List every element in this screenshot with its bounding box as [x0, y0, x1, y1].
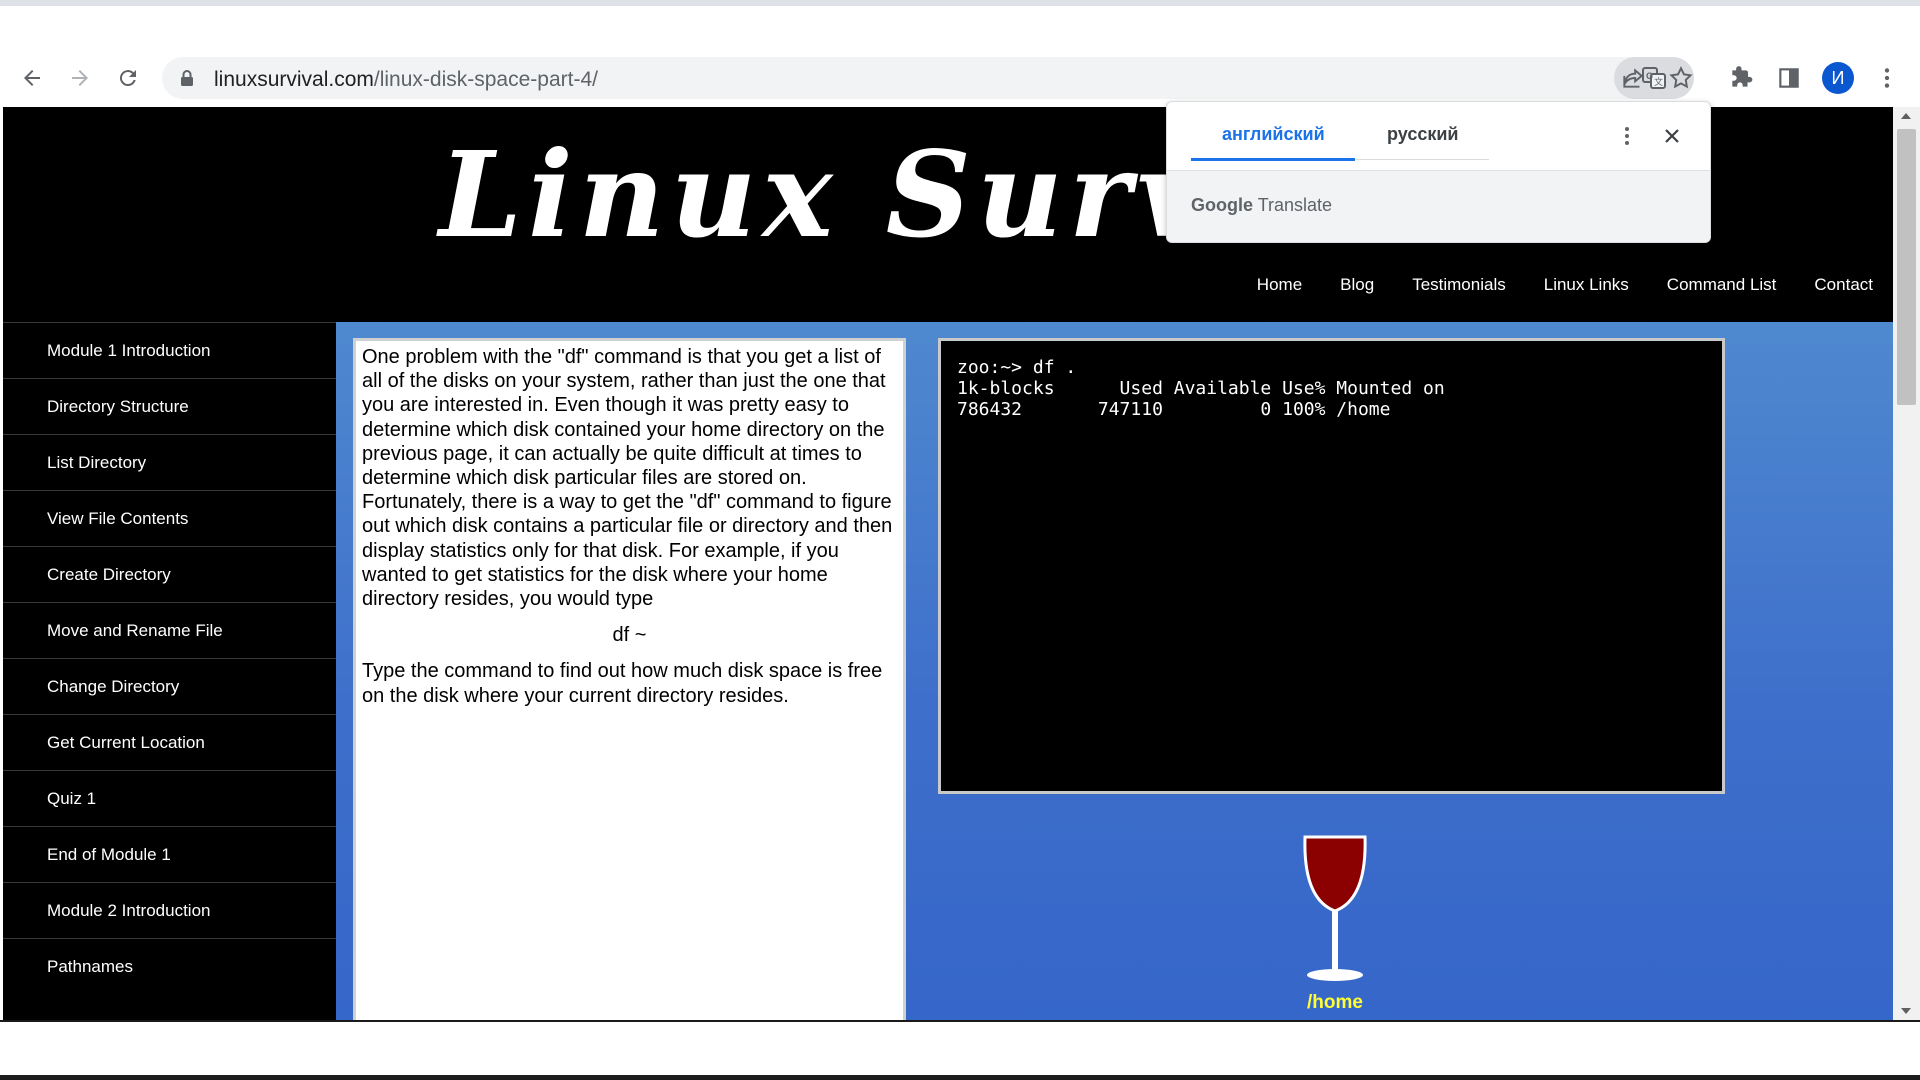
- nav-command-list[interactable]: Command List: [1667, 275, 1777, 295]
- translate-brand: Translate: [1257, 195, 1333, 215]
- lesson-sidebar: Module 1 Introduction Directory Structur…: [3, 322, 336, 1020]
- google-brand: Google: [1191, 195, 1253, 215]
- sidebar-item-quiz-1[interactable]: Quiz 1: [3, 770, 336, 826]
- terminal-line: zoo:~> df .: [957, 357, 1077, 378]
- sidebar-item-directory-structure[interactable]: Directory Structure: [3, 378, 336, 434]
- active-tab-indicator: [1191, 158, 1355, 161]
- back-button[interactable]: [18, 64, 46, 92]
- tab-target-language[interactable]: русский: [1387, 124, 1458, 145]
- nav-home[interactable]: Home: [1257, 275, 1302, 295]
- sidebar-item-module-1-introduction[interactable]: Module 1 Introduction: [3, 322, 336, 378]
- sidebar-item-view-file-contents[interactable]: View File Contents: [3, 490, 336, 546]
- bookmark-star-icon[interactable]: [1668, 65, 1694, 91]
- svg-text:G: G: [1646, 71, 1653, 81]
- sidebar-item-move-and-rename-file[interactable]: Move and Rename File: [3, 602, 336, 658]
- nav-contact[interactable]: Contact: [1814, 275, 1873, 295]
- profile-avatar[interactable]: И: [1822, 62, 1854, 94]
- sidebar-item-change-directory[interactable]: Change Directory: [3, 658, 336, 714]
- arrow-right-icon: [72, 70, 88, 86]
- lesson-paragraph: One problem with the "df" command is tha…: [362, 346, 893, 611]
- google-translate-brand: Google Translate: [1191, 195, 1332, 216]
- nav-testimonials[interactable]: Testimonials: [1412, 275, 1506, 295]
- url-path: /linux-disk-space-part-4/: [373, 68, 598, 91]
- svg-text:文: 文: [1654, 76, 1663, 87]
- close-icon[interactable]: [1660, 124, 1684, 148]
- reload-button[interactable]: [114, 64, 142, 92]
- arrow-left-icon: [24, 70, 40, 86]
- main-nav: Home Blog Testimonials Linux Links Comma…: [1257, 275, 1873, 295]
- extensions-puzzle-icon[interactable]: [1728, 65, 1754, 91]
- address-bar[interactable]: linuxsurvival.com/linux-disk-space-part-…: [162, 57, 1694, 99]
- sidebar-item-module-2-introduction[interactable]: Module 2 Introduction: [3, 882, 336, 938]
- lesson-content-area: One problem with the "df" command is tha…: [336, 322, 1893, 1020]
- sidebar-item-end-of-module-1[interactable]: End of Module 1: [3, 826, 336, 882]
- tab-source-language[interactable]: английский: [1222, 124, 1325, 145]
- nav-linux-links[interactable]: Linux Links: [1544, 275, 1629, 295]
- os-taskbar: [0, 1075, 1920, 1080]
- lock-icon[interactable]: [180, 69, 194, 87]
- url-domain: linuxsurvival.com: [214, 68, 374, 91]
- terminal-window[interactable]: zoo:~> df . 1k-blocks Used Available Use%…: [938, 338, 1725, 794]
- sidebar-item-pathnames[interactable]: Pathnames: [3, 938, 336, 994]
- site-logo[interactable]: Linux Surv: [439, 125, 1212, 264]
- scroll-up-icon[interactable]: [1901, 113, 1911, 119]
- wine-glass-icon: [1303, 835, 1367, 981]
- disk-label: /home: [1307, 992, 1363, 1013]
- sidebar-item-create-directory[interactable]: Create Directory: [3, 546, 336, 602]
- bottom-blank-bar: [0, 1020, 1920, 1077]
- kebab-menu-icon[interactable]: [1874, 65, 1900, 91]
- url-text[interactable]: linuxsurvival.com/linux-disk-space-part-…: [214, 68, 598, 92]
- terminal-line: 786432 747110 0 100% /home: [957, 399, 1391, 420]
- browser-toolbar: linuxsurvival.com/linux-disk-space-part-…: [0, 50, 1920, 106]
- lesson-text-panel: One problem with the "df" command is tha…: [353, 338, 906, 1020]
- side-panel-icon[interactable]: [1776, 65, 1802, 91]
- forward-button[interactable]: [66, 64, 94, 92]
- page-scrollbar[interactable]: [1893, 107, 1920, 1020]
- reload-icon: [119, 70, 136, 87]
- command-example: df ~: [612, 624, 647, 647]
- scroll-thumb[interactable]: [1897, 129, 1916, 405]
- share-icon[interactable]: [1620, 65, 1646, 91]
- page-viewport: Linux Surv Home Blog Testimonials Linux …: [3, 107, 1893, 1020]
- lesson-task: Type the command to find out how much di…: [362, 660, 883, 707]
- nav-blog[interactable]: Blog: [1340, 275, 1374, 295]
- sidebar-item-list-directory[interactable]: List Directory: [3, 434, 336, 490]
- tab-divider: [1355, 159, 1489, 160]
- tab-bar: [0, 6, 1920, 51]
- terminal-line: 1k-blocks Used Available Use% Mounted on: [957, 378, 1445, 399]
- translate-popup: английский русский Google Translate: [1166, 101, 1711, 243]
- translate-popup-footer: Google Translate: [1167, 170, 1710, 242]
- sidebar-item-get-current-location[interactable]: Get Current Location: [3, 714, 336, 770]
- scroll-down-icon[interactable]: [1901, 1008, 1911, 1014]
- more-options-icon[interactable]: [1615, 124, 1639, 148]
